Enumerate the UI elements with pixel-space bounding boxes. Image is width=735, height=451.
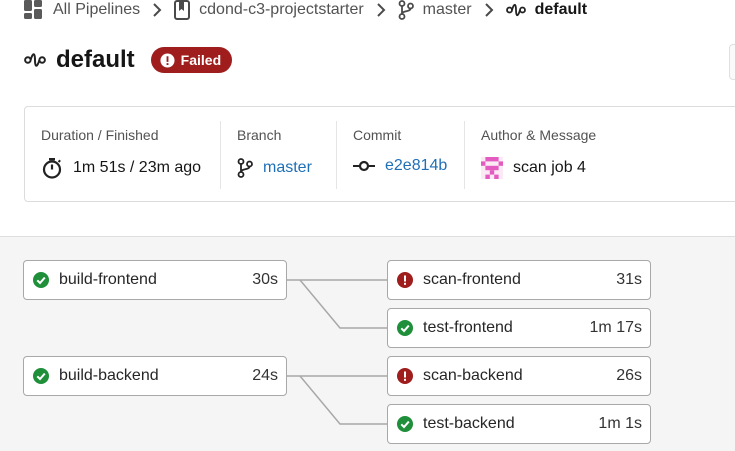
dependency-line (299, 279, 387, 329)
workflow-icon (505, 2, 526, 18)
job-name: scan-frontend (423, 271, 521, 288)
duration-label: Duration / Finished (41, 127, 159, 143)
breadcrumb-project[interactable]: cdond-c3-projectstarter (174, 0, 364, 20)
workflow-info-card: Duration / Finished 1m 51s / 23m ago Bra… (24, 106, 735, 202)
job-name: build-frontend (59, 271, 157, 288)
git-branch-icon (237, 157, 253, 179)
job-build-backend[interactable]: build-backend 24s (23, 356, 287, 396)
branch-label: Branch (237, 127, 282, 143)
job-test-backend[interactable]: test-backend 1m 1s (387, 404, 651, 444)
job-name: scan-backend (423, 367, 523, 384)
breadcrumb-project-label: cdond-c3-projectstarter (199, 1, 364, 18)
page-title: default (56, 46, 135, 73)
job-duration: 30s (252, 271, 278, 288)
bookmark-repo-icon (174, 0, 191, 20)
job-duration: 26s (616, 367, 642, 384)
job-duration: 1m 1s (598, 415, 642, 432)
branch-value-row: master (237, 157, 312, 179)
exclamation-circle-icon (397, 368, 413, 384)
job-duration: 31s (616, 271, 642, 288)
workflow-icon (24, 51, 46, 69)
check-circle-icon (33, 272, 49, 288)
breadcrumb-all-pipelines-label: All Pipelines (53, 1, 141, 18)
workflow-header: default Failed (24, 46, 233, 74)
check-circle-icon (397, 416, 413, 432)
commit-value-row: e2e814b (353, 157, 447, 175)
breadcrumb: All Pipelines cdond-c3-projectstarter ma… (24, 0, 587, 20)
commit-label: Commit (353, 127, 402, 143)
action-button-edge[interactable] (729, 44, 735, 80)
commit-section: Commit e2e814b (337, 121, 465, 189)
duration-value-row: 1m 51s / 23m ago (41, 157, 201, 179)
status-badge-label: Failed (180, 52, 222, 68)
duration-section: Duration / Finished 1m 51s / 23m ago (25, 121, 221, 189)
git-commit-icon (353, 159, 375, 173)
git-branch-icon (398, 0, 414, 20)
pipeline-graph: build-frontend 30s scan-frontend 31s tes… (0, 236, 735, 451)
status-badge: Failed (150, 47, 233, 73)
check-circle-icon (397, 320, 413, 336)
duration-value: 1m 51s / 23m ago (73, 159, 202, 176)
chevron-right-icon (152, 3, 162, 17)
author-label: Author & Message (481, 127, 597, 143)
commit-link[interactable]: e2e814b (385, 157, 447, 175)
exclamation-circle-icon (160, 52, 175, 68)
breadcrumb-all-pipelines[interactable]: All Pipelines (24, 0, 140, 20)
check-circle-icon (33, 368, 49, 384)
dependency-line (299, 375, 387, 425)
branch-link[interactable]: master (263, 159, 312, 177)
job-scan-backend[interactable]: scan-backend 26s (387, 356, 651, 396)
chevron-right-icon (376, 3, 386, 17)
job-duration: 1m 17s (589, 319, 642, 336)
exclamation-circle-icon (397, 272, 413, 288)
breadcrumb-branch[interactable]: master (398, 0, 472, 20)
author-message: scan job 4 (513, 159, 586, 176)
job-name: build-backend (59, 367, 159, 384)
job-name: test-frontend (423, 319, 513, 336)
job-test-frontend[interactable]: test-frontend 1m 17s (387, 308, 651, 348)
breadcrumb-workflow-label: default (534, 1, 588, 18)
author-section: Author & Message scan job 4 (465, 121, 735, 189)
branch-section: Branch master (221, 121, 337, 189)
job-build-frontend[interactable]: build-frontend 30s (23, 260, 287, 300)
author-value-row: scan job 4 (481, 157, 586, 179)
breadcrumb-workflow: default (505, 1, 588, 19)
breadcrumb-branch-label: master (422, 1, 472, 18)
stopwatch-icon (41, 157, 63, 179)
avatar-identicon (481, 157, 503, 179)
chevron-right-icon (484, 3, 494, 17)
job-duration: 24s (252, 367, 278, 384)
dashboard-grid-icon (24, 0, 44, 20)
job-name: test-backend (423, 415, 515, 432)
job-scan-frontend[interactable]: scan-frontend 31s (387, 260, 651, 300)
